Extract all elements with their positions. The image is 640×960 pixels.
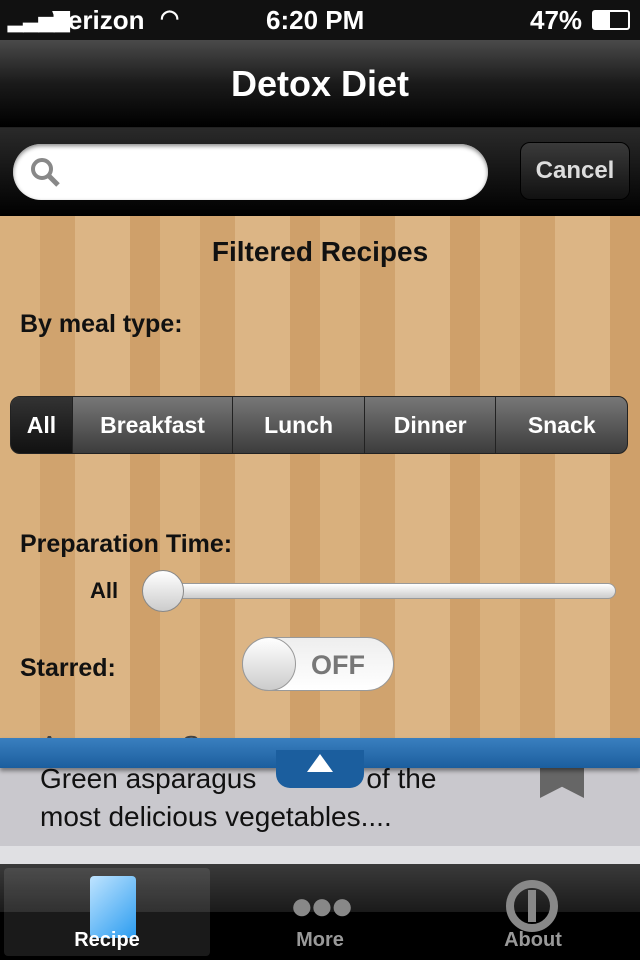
tab-bar: Recipe ●●● More About (0, 864, 640, 960)
segment-all[interactable]: All (11, 397, 72, 453)
tab-recipe[interactable]: Recipe (4, 868, 210, 956)
desc-part: most delicious vegetables.... (40, 801, 392, 832)
toggle-knob (242, 637, 296, 691)
filter-title: Filtered Recipes (211, 236, 429, 267)
toggle-state: OFF (311, 650, 365, 680)
list-footer (0, 846, 640, 864)
search-field[interactable] (13, 144, 488, 200)
meal-type-segmented-control: All Breakfast Lunch Dinner Snack (10, 396, 628, 454)
more-dots-icon: ●●● (289, 884, 354, 928)
prep-time-slider-track[interactable] (150, 583, 616, 599)
search-input[interactable] (71, 154, 471, 190)
search-icon (31, 158, 60, 187)
battery-percent: 47% (530, 5, 583, 35)
tab-label: About (504, 929, 562, 951)
battery-icon (592, 10, 630, 30)
status-bar: ▂▃▅▇ Verizon ◠ 6:20 PM 47% (0, 0, 640, 40)
about-info-icon (506, 880, 558, 932)
starred-toggle[interactable]: OFF (242, 637, 394, 691)
carrier: Verizon (52, 5, 145, 35)
tab-more[interactable]: ●●● More (217, 868, 423, 956)
prep-time-label: Preparation Time: (20, 530, 233, 558)
segment-breakfast[interactable]: Breakfast (71, 397, 232, 453)
time: 6:20 PM (266, 5, 365, 35)
filter-panel: Filtered Recipes By meal type: All Break… (0, 216, 640, 756)
starred-label: Starred: (20, 654, 116, 682)
tab-about[interactable]: About (430, 868, 636, 956)
prep-time-value: All (90, 578, 119, 603)
meal-type-label: By meal type: (20, 310, 183, 338)
segment-dinner[interactable]: Dinner (363, 397, 496, 453)
tab-label: More (296, 929, 344, 951)
search-bar: Cancel (0, 128, 640, 216)
nav-title: Detox Diet (0, 40, 640, 128)
prep-time-slider-thumb[interactable] (142, 570, 184, 612)
tab-label: Recipe (74, 929, 140, 951)
arrow-up-icon (307, 754, 333, 772)
wifi-icon: ◠ (160, 5, 180, 30)
cancel-button[interactable]: Cancel (520, 142, 630, 200)
segment-lunch[interactable]: Lunch (232, 397, 364, 453)
recipe-description: Green asparagus of the most delicious vege… (40, 760, 480, 836)
segment-snack[interactable]: Snack (495, 397, 627, 453)
star-bookmark-icon[interactable] (540, 766, 584, 798)
